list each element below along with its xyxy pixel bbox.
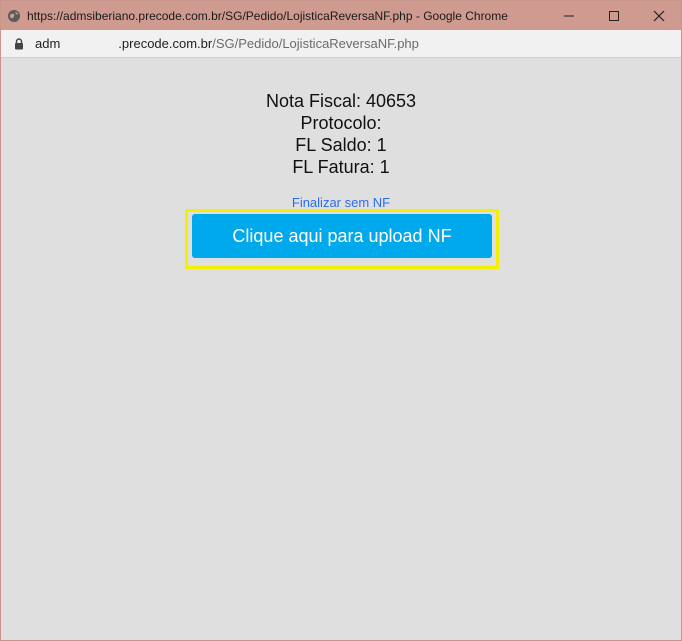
maximize-icon[interactable]	[591, 1, 636, 30]
lock-icon[interactable]	[13, 37, 25, 51]
finalizar-sem-nf-link[interactable]: Finalizar sem NF	[1, 195, 681, 210]
url-redacted-gap	[60, 36, 118, 51]
address-bar[interactable]: adm .precode.com.br /SG/Pedido/Lojistica…	[1, 30, 681, 58]
page-content: Nota Fiscal: 40653 Protocolo: FL Saldo: …	[1, 58, 681, 640]
globe-icon	[7, 9, 21, 23]
invoice-info: Nota Fiscal: 40653 Protocolo: FL Saldo: …	[1, 90, 681, 178]
url-text[interactable]: adm .precode.com.br /SG/Pedido/Lojistica…	[35, 36, 419, 51]
fl-fatura-label: FL Fatura: 1	[292, 157, 390, 177]
window-controls	[546, 1, 681, 30]
nota-fiscal-label: Nota Fiscal: 40653	[265, 91, 417, 111]
upload-nf-button[interactable]: Clique aqui para upload NF	[192, 214, 492, 258]
title-bar: https://admsiberiano.precode.com.br/SG/P…	[1, 1, 681, 30]
url-path: /SG/Pedido/LojisticaReversaNF.php	[212, 36, 419, 51]
protocolo-label: Protocolo:	[300, 113, 382, 133]
browser-window: https://admsiberiano.precode.com.br/SG/P…	[0, 0, 682, 641]
url-host-domain: .precode.com.br	[118, 36, 213, 51]
fl-saldo-label: FL Saldo: 1	[295, 135, 387, 155]
minimize-icon[interactable]	[546, 1, 591, 30]
url-host-prefix: adm	[35, 36, 61, 51]
close-icon[interactable]	[636, 1, 681, 30]
window-title: https://admsiberiano.precode.com.br/SG/P…	[27, 8, 508, 23]
